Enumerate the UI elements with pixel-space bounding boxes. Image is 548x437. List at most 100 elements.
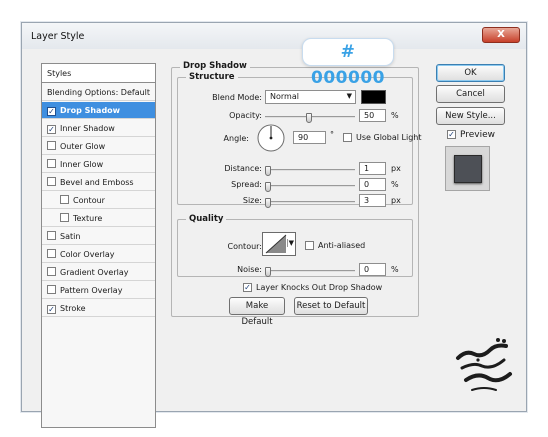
style-item-label: Blending Options: Default [47, 88, 151, 97]
noise-unit: % [391, 265, 399, 274]
use-global-light-label: Use Global Light [356, 133, 422, 142]
color-code-tag: # 000000 [302, 38, 394, 88]
shadow-color-swatch[interactable] [361, 90, 386, 104]
distance-label: Distance: [224, 164, 262, 173]
cancel-button[interactable]: Cancel [436, 85, 505, 103]
opacity-label: Opacity: [229, 111, 262, 120]
close-button[interactable]: X [482, 27, 520, 43]
quality-legend: Quality [186, 214, 227, 224]
size-unit: px [391, 196, 401, 205]
contour-picker[interactable]: ▼ [262, 232, 296, 256]
blend-mode-select[interactable]: Normal ▼ [265, 90, 356, 104]
style-item-label: Contour [73, 196, 105, 205]
angle-label: Angle: [223, 134, 249, 143]
preview-checkbox[interactable]: ✓ [447, 130, 456, 139]
style-item-label: Pattern Overlay [60, 286, 123, 295]
spread-slider-thumb[interactable] [265, 182, 271, 192]
distance-unit: px [391, 164, 401, 173]
styles-list: Styles Blending Options: Default ✓ Drop Sh… [41, 63, 156, 428]
opacity-input[interactable]: 50 [359, 109, 386, 122]
blend-mode-value: Normal [270, 92, 299, 101]
style-item-label: Bevel and Emboss [60, 178, 134, 187]
style-checkbox[interactable] [47, 177, 56, 186]
style-item[interactable]: Color Overlay [42, 246, 155, 263]
style-item[interactable]: Texture [42, 210, 155, 227]
noise-label: Noise: [237, 265, 262, 274]
noise-slider-thumb[interactable] [265, 267, 271, 277]
contour-preview-icon [265, 234, 287, 254]
style-item[interactable]: ✓ Stroke [42, 300, 155, 317]
style-checkbox[interactable] [60, 213, 69, 222]
style-item[interactable]: Satin [42, 228, 155, 245]
anti-aliased-checkbox[interactable] [305, 241, 314, 250]
angle-dial-icon[interactable] [256, 123, 286, 153]
ok-button[interactable]: OK [436, 64, 505, 82]
style-item[interactable]: Blending Options: Default [42, 84, 155, 101]
blend-mode-label: Blend Mode: [212, 93, 262, 102]
style-checkbox[interactable] [47, 249, 56, 258]
style-checkbox[interactable]: ✓ [47, 125, 56, 134]
style-item-label: Color Overlay [60, 250, 115, 259]
preview-swatch [454, 155, 482, 183]
use-global-light-checkbox[interactable] [343, 133, 352, 142]
opacity-slider-thumb[interactable] [306, 113, 312, 123]
calligraphic-logo-icon [456, 338, 512, 391]
quality-group: Quality Contour: ▼ Anti-aliased Noise: 0… [177, 214, 413, 277]
style-item[interactable]: Outer Glow [42, 138, 155, 155]
style-checkbox[interactable] [47, 285, 56, 294]
spread-label: Spread: [231, 180, 262, 189]
style-checkbox[interactable]: ✓ [47, 305, 56, 314]
title-bar: Layer Style X [22, 23, 526, 49]
style-item[interactable]: Contour [42, 192, 155, 209]
knockout-label: Layer Knocks Out Drop Shadow [256, 283, 383, 292]
distance-slider-thumb[interactable] [265, 166, 271, 176]
anti-aliased-label: Anti-aliased [318, 241, 366, 250]
structure-legend: Structure [186, 72, 238, 82]
style-item-label: Drop Shadow [60, 106, 121, 115]
spread-slider[interactable] [265, 185, 355, 187]
preview-label: Preview [460, 130, 496, 140]
size-input[interactable]: 3 [359, 194, 386, 207]
knockout-checkbox[interactable]: ✓ [243, 283, 252, 292]
size-slider-thumb[interactable] [265, 198, 271, 208]
dialog-title: Layer Style [31, 31, 85, 42]
angle-unit: ° [330, 130, 334, 139]
angle-input[interactable]: 90 [293, 131, 326, 144]
style-item-label: Inner Glow [60, 160, 104, 169]
noise-input[interactable]: 0 [359, 263, 386, 276]
style-checkbox[interactable] [47, 231, 56, 240]
opacity-unit: % [391, 111, 399, 120]
distance-slider[interactable] [265, 169, 355, 171]
contour-label: Contour: [227, 242, 263, 251]
style-preview [445, 146, 490, 191]
new-style-button[interactable]: New Style... [436, 107, 505, 125]
style-item[interactable]: Gradient Overlay [42, 264, 155, 281]
style-item-label: Satin [60, 232, 81, 241]
size-slider[interactable] [265, 201, 355, 203]
style-checkbox[interactable] [47, 141, 56, 150]
distance-input[interactable]: 1 [359, 162, 386, 175]
noise-slider[interactable] [265, 270, 355, 272]
layer-style-dialog: Layer Style X Styles Blending Options: D… [21, 22, 527, 428]
style-checkbox[interactable] [47, 159, 56, 168]
contour-dropdown-icon[interactable]: ▼ [286, 239, 294, 247]
styles-header: Styles [42, 64, 155, 83]
style-item[interactable]: Bevel and Emboss [42, 174, 155, 191]
style-item[interactable]: Pattern Overlay [42, 282, 155, 299]
style-item[interactable]: ✓ Inner Shadow [42, 120, 155, 137]
drop-shadow-title: Drop Shadow [180, 61, 250, 71]
style-checkbox[interactable] [60, 195, 69, 204]
style-checkbox[interactable]: ✓ [47, 107, 56, 116]
style-item[interactable]: ✓ Drop Shadow [42, 102, 155, 119]
make-default-button[interactable]: Make Default [229, 297, 285, 327]
style-checkbox[interactable] [47, 267, 56, 276]
spread-input[interactable]: 0 [359, 178, 386, 191]
spread-unit: % [391, 180, 399, 189]
size-label: Size: [242, 196, 262, 205]
style-item-label: Stroke [60, 304, 86, 313]
chevron-down-icon: ▼ [346, 92, 352, 100]
reset-to-default-button[interactable]: Reset to Default [294, 297, 368, 315]
style-item-label: Gradient Overlay [60, 268, 129, 277]
style-item[interactable]: Inner Glow [42, 156, 155, 173]
structure-group: Structure Blend Mode: Normal ▼ Opacity: … [177, 72, 422, 208]
